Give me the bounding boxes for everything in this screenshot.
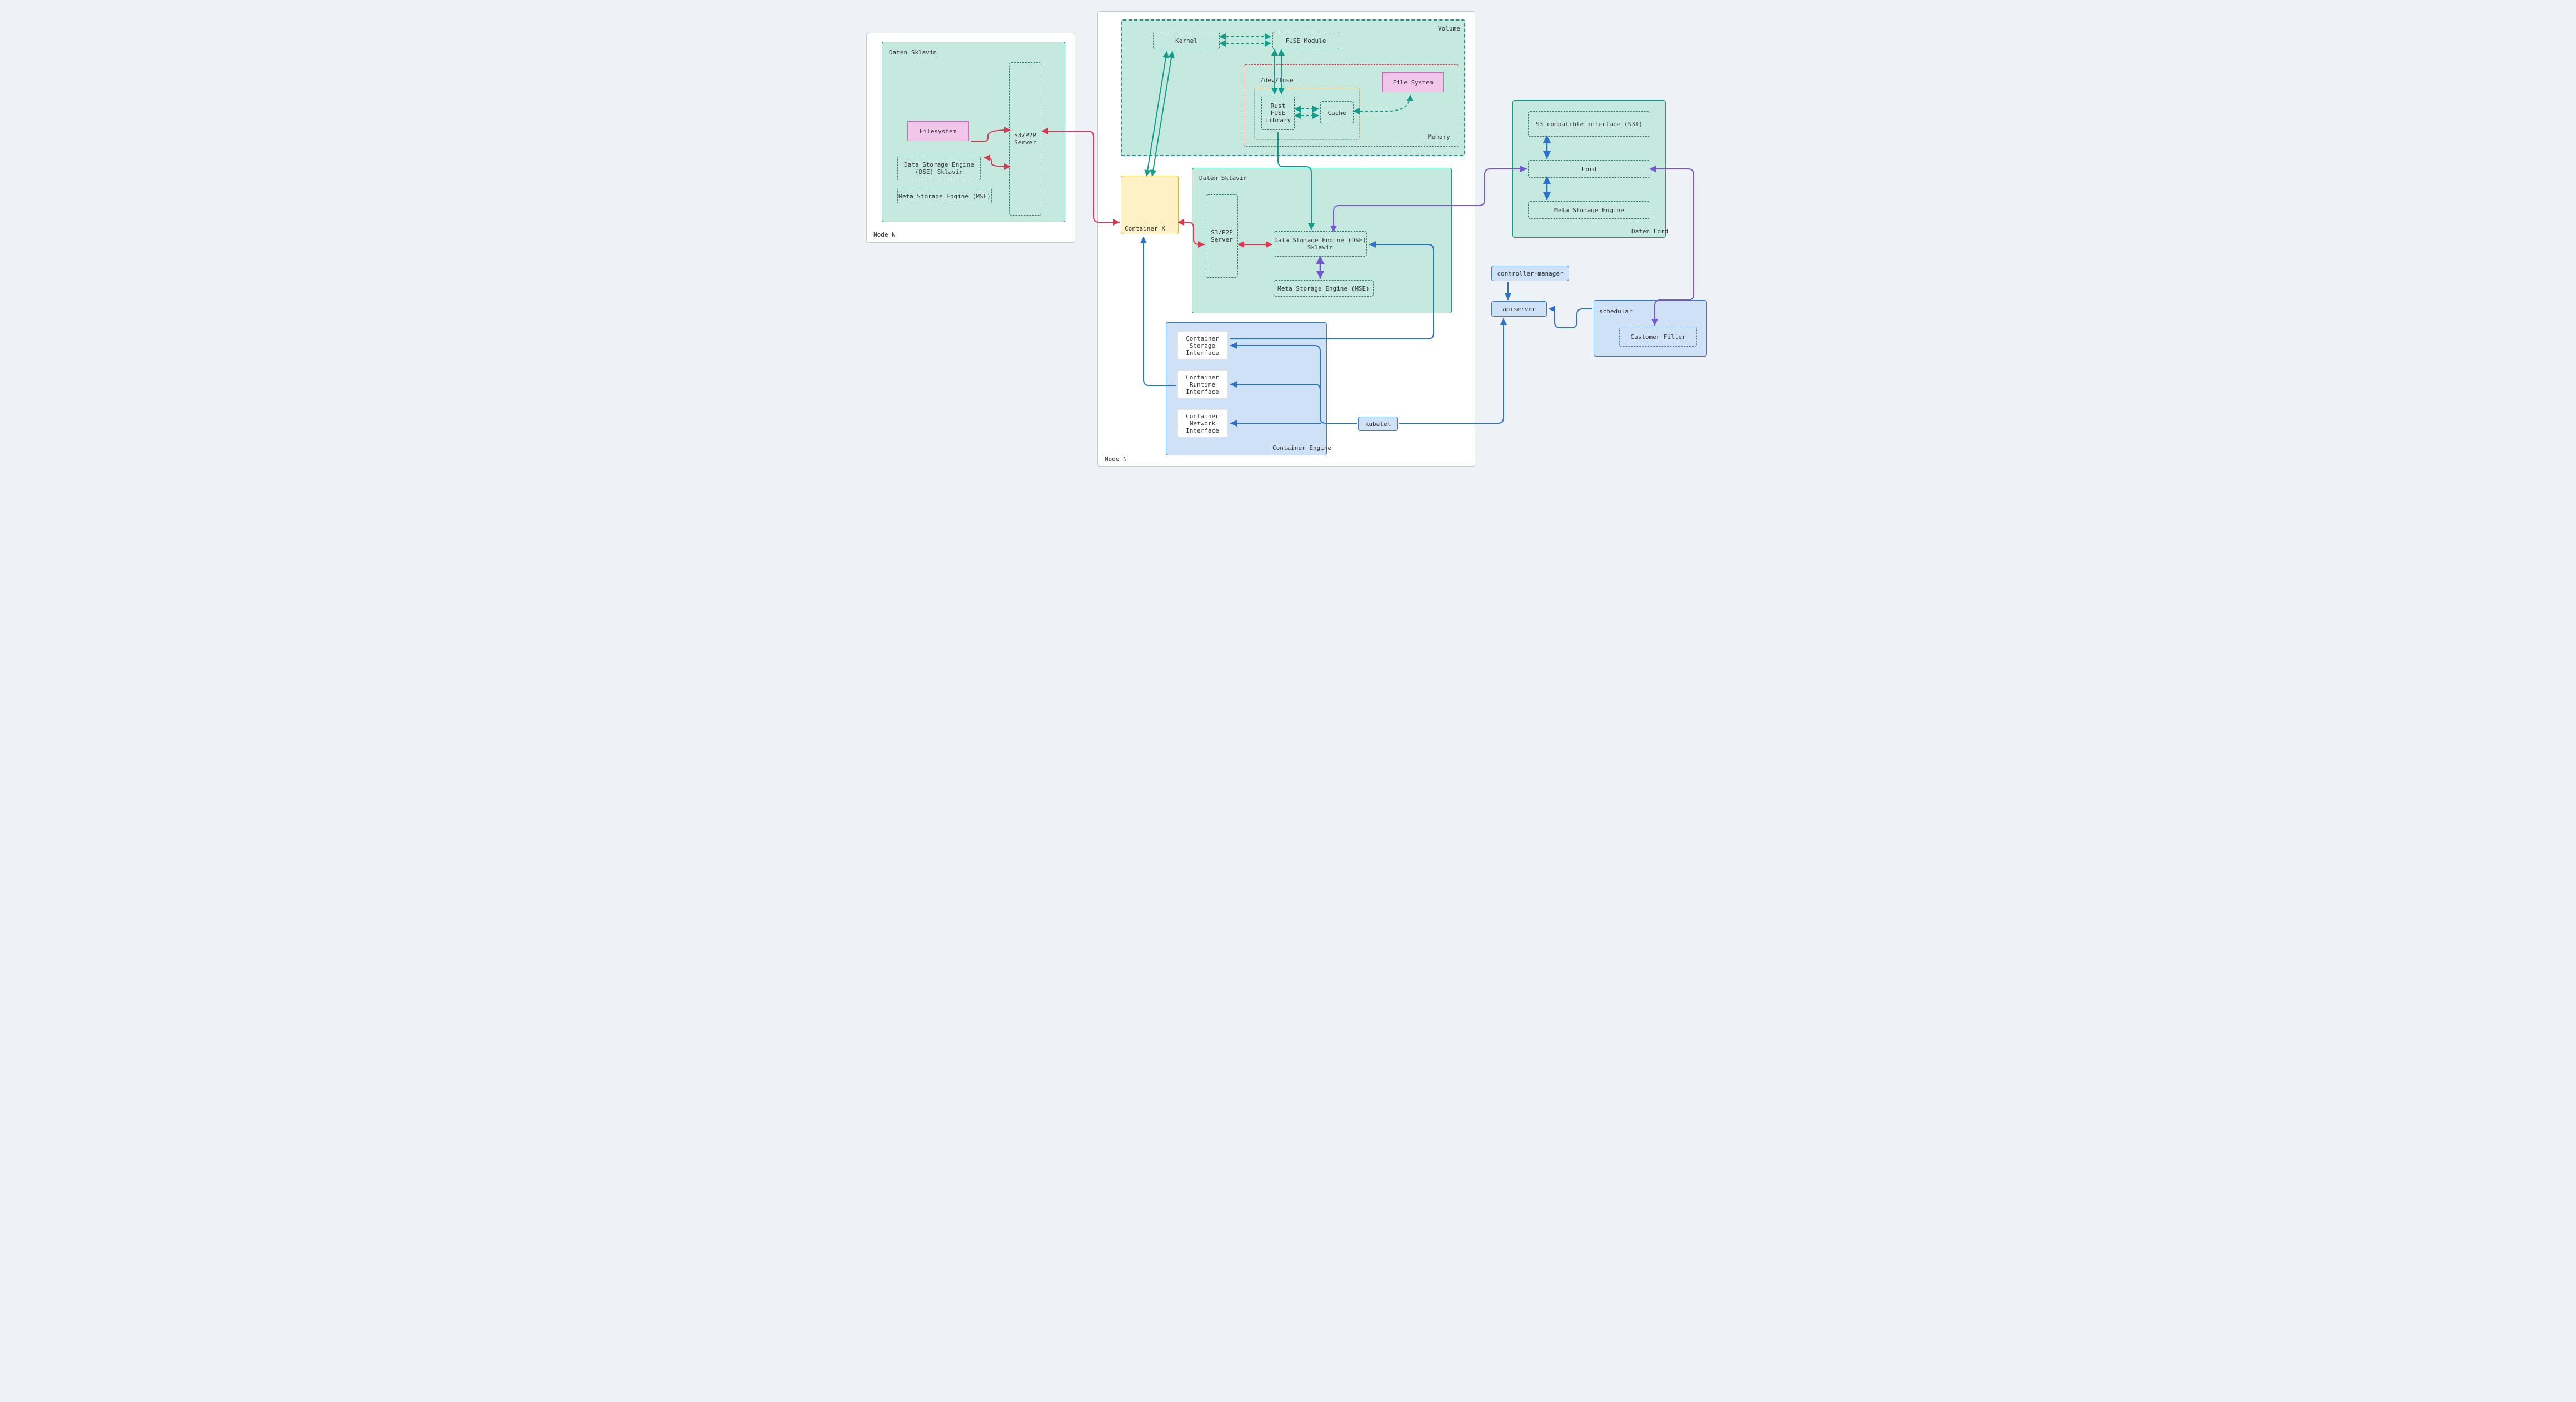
lord: Lord (1528, 160, 1650, 178)
center-s3p2p: S3/P2P Server (1206, 194, 1238, 278)
rust-fuse: Rust FUSE Library (1261, 96, 1295, 130)
right-mse: Meta Storage Engine (1528, 201, 1650, 219)
center-mse: Meta Storage Engine (MSE) (1274, 280, 1374, 297)
customer-filter: Customer Filter (1619, 327, 1697, 347)
left-s3p2p: S3/P2P Server (1009, 62, 1041, 216)
kubelet: kubelet (1358, 417, 1398, 431)
cache: Cache (1320, 101, 1354, 124)
scheduler-label: schedular (1599, 308, 1633, 315)
cri: Container Runtime Interface (1177, 370, 1228, 399)
daten-lord-label: Daten Lord (1631, 228, 1668, 235)
center-dse: Data Storage Engine (DSE) Sklavin (1274, 231, 1367, 257)
cni: Container Network Interface (1177, 409, 1228, 438)
left-node-label: Node N (873, 231, 896, 238)
left-mse: Meta Storage Engine (MSE) (897, 188, 992, 204)
center-node-label: Node N (1105, 455, 1127, 463)
memory-label: Memory (1428, 133, 1450, 141)
volume-label: Volume (1438, 25, 1460, 32)
file-system: File System (1382, 72, 1444, 92)
s3i: S3 compatible interface (S3I) (1528, 111, 1650, 137)
fuse-module: FUSE Module (1272, 32, 1339, 49)
dev-fuse-label: /dev/fuse (1260, 77, 1294, 84)
kernel: Kernel (1153, 32, 1220, 49)
left-filesystem: Filesystem (907, 121, 969, 141)
left-dse: Data Storage Engine (DSE) Sklavin (897, 156, 981, 181)
engine-label: Container Engine (1272, 444, 1331, 452)
apiserver: apiserver (1491, 301, 1547, 317)
container-x-label: Container X (1125, 225, 1165, 232)
left-panel-label: Daten Sklavin (889, 49, 937, 56)
center-panel-label: Daten Sklavin (1199, 174, 1247, 182)
controller-manager: controller-manager (1491, 266, 1569, 281)
csi: Container Storage Interface (1177, 331, 1228, 360)
